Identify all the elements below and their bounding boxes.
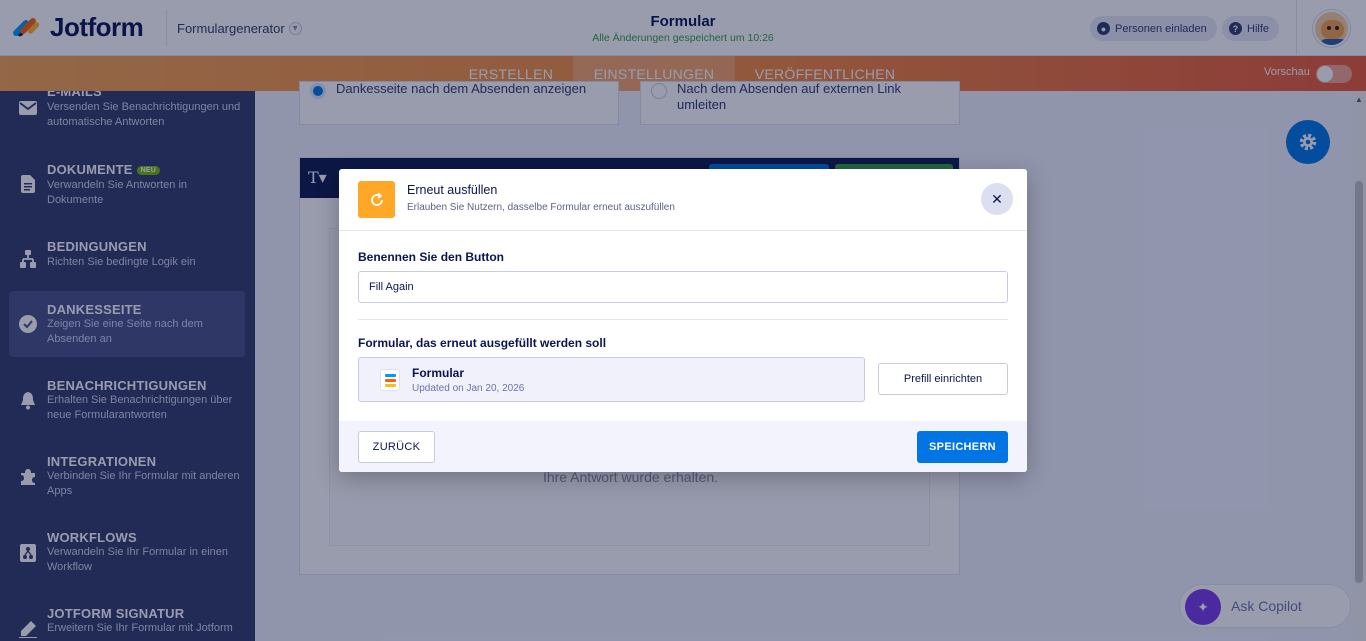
modal-title: Erneut ausfüllen xyxy=(407,183,498,197)
refresh-icon xyxy=(358,181,395,218)
form-updated: Updated on Jan 20, 2026 xyxy=(412,383,525,394)
prefill-button[interactable]: Prefill einrichten xyxy=(878,363,1008,395)
button-name-input[interactable] xyxy=(358,271,1008,303)
fill-again-modal: Erneut ausfüllen Erlauben Sie Nutzern, d… xyxy=(339,169,1027,472)
modal-subtitle: Erlauben Sie Nutzern, dasselbe Formular … xyxy=(407,202,675,213)
button-name-label: Benennen Sie den Button xyxy=(358,250,505,264)
form-icon xyxy=(380,369,400,391)
form-select-label: Formular, das erneut ausgefüllt werden s… xyxy=(358,336,607,350)
modal-header: Erneut ausfüllen Erlauben Sie Nutzern, d… xyxy=(339,169,1027,231)
modal-footer: ZURÜCK SPEICHERN xyxy=(339,421,1027,472)
form-name: Formular xyxy=(412,366,465,380)
close-icon: ✕ xyxy=(991,190,1003,207)
divider xyxy=(358,319,1008,320)
close-button[interactable]: ✕ xyxy=(981,183,1013,215)
back-button[interactable]: ZURÜCK xyxy=(358,431,435,463)
selected-form-card[interactable]: Formular Updated on Jan 20, 2026 xyxy=(358,357,865,402)
save-button[interactable]: SPEICHERN xyxy=(917,431,1008,463)
